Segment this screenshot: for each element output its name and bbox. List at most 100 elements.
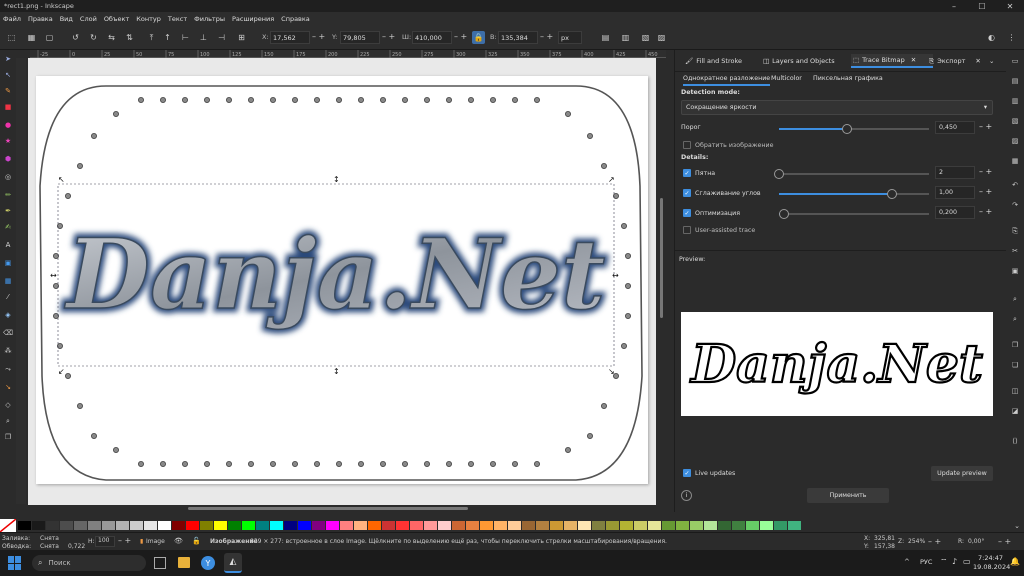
color-swatch[interactable] xyxy=(648,521,661,530)
subtab-single-scan[interactable]: Однократное разложение xyxy=(683,75,771,86)
text-tool-icon[interactable]: A xyxy=(3,240,13,250)
color-swatch[interactable] xyxy=(172,521,185,530)
notifications-icon[interactable]: 🔔 xyxy=(1010,557,1020,566)
vertical-scroll-thumb[interactable] xyxy=(660,198,663,318)
tab-trace-bitmap[interactable]: ⬚ Trace Bitmap ✕ xyxy=(851,54,933,68)
battery-icon[interactable]: ▭ xyxy=(963,557,971,566)
speckles-checkbox[interactable]: ✓ xyxy=(683,169,691,177)
color-swatch[interactable] xyxy=(536,521,549,530)
flip-horizontal-icon[interactable]: ⇆ xyxy=(106,32,117,43)
optimize-field[interactable]: 0,200 xyxy=(935,206,975,219)
spray-tool-icon[interactable]: ⁂ xyxy=(3,346,13,356)
color-swatch[interactable] xyxy=(312,521,325,530)
minimize-icon[interactable]: – xyxy=(940,0,968,12)
stroke-value[interactable]: Снята xyxy=(40,543,59,550)
color-swatch[interactable] xyxy=(326,521,339,530)
color-swatch[interactable] xyxy=(788,521,801,530)
calligraphy-tool-icon[interactable]: ✍ xyxy=(3,222,13,232)
rotate-cw-icon[interactable]: ↻ xyxy=(88,32,99,43)
duplicate-icon[interactable]: ❐ xyxy=(1010,340,1020,350)
color-swatch[interactable] xyxy=(452,521,465,530)
menu-help[interactable]: Справка xyxy=(281,15,310,23)
fill-value[interactable]: Снята xyxy=(40,535,59,542)
color-swatch[interactable] xyxy=(774,521,787,530)
tray-chevron-icon[interactable]: ^ xyxy=(904,558,910,566)
zoom-drawing-icon[interactable]: ⌕ xyxy=(1010,314,1020,324)
layer-name[interactable]: Image xyxy=(146,538,165,545)
rotation-stepper[interactable]: – + xyxy=(998,537,1011,546)
color-swatch[interactable] xyxy=(284,521,297,530)
opacity-stepper[interactable]: – + xyxy=(118,536,131,545)
inkscape-taskbar-icon[interactable]: ◭ xyxy=(224,553,242,573)
color-swatch[interactable] xyxy=(760,521,773,530)
zoom-stepper[interactable]: – + xyxy=(928,537,941,546)
y-stepper[interactable]: – + xyxy=(382,32,395,41)
menu-extensions[interactable]: Расширения xyxy=(232,15,274,23)
w-field[interactable]: 410,000 xyxy=(412,31,452,44)
color-swatch[interactable] xyxy=(340,521,353,530)
import-icon[interactable]: ▨ xyxy=(1010,136,1020,146)
smooth-corners-stepper[interactable]: – + xyxy=(979,187,992,196)
smooth-corners-slider[interactable] xyxy=(779,189,929,199)
color-swatch[interactable] xyxy=(564,521,577,530)
start-icon[interactable] xyxy=(8,556,22,570)
color-swatch[interactable] xyxy=(144,521,157,530)
file-explorer-icon[interactable] xyxy=(178,557,190,568)
color-swatch[interactable] xyxy=(480,521,493,530)
color-swatch[interactable] xyxy=(592,521,605,530)
color-swatch[interactable] xyxy=(242,521,255,530)
save-icon[interactable]: ▥ xyxy=(1010,96,1020,106)
cut-icon[interactable]: ✂ xyxy=(1010,246,1020,256)
deselect-icon[interactable]: ▢ xyxy=(44,32,55,43)
color-swatch[interactable] xyxy=(578,521,591,530)
maximize-icon[interactable]: ☐ xyxy=(968,0,996,12)
color-swatch[interactable] xyxy=(18,521,31,530)
rotate-ccw-icon[interactable]: ↺ xyxy=(70,32,81,43)
menu-text[interactable]: Текст xyxy=(168,15,187,23)
tabs-menu-icon[interactable]: ⌄ xyxy=(987,54,1001,68)
ungroup-icon[interactable]: ◪ xyxy=(1010,406,1020,416)
color-swatch[interactable] xyxy=(186,521,199,530)
dropper-tool-icon[interactable]: ⁄ xyxy=(3,292,13,302)
wifi-icon[interactable]: ⌔ xyxy=(940,557,948,567)
color-swatch[interactable] xyxy=(88,521,101,530)
pages-tool-icon[interactable]: ❐ xyxy=(3,432,13,442)
menu-object[interactable]: Объект xyxy=(104,15,129,23)
color-swatch[interactable] xyxy=(228,521,241,530)
color-swatch[interactable] xyxy=(718,521,731,530)
export-icon[interactable]: ▦ xyxy=(1010,156,1020,166)
color-swatch[interactable] xyxy=(704,521,717,530)
color-swatch[interactable] xyxy=(130,521,143,530)
subtab-multicolor[interactable]: Multicolor xyxy=(771,75,802,82)
speckles-field[interactable]: 2 xyxy=(935,166,975,179)
volume-icon[interactable]: ♪ xyxy=(952,557,957,566)
w-stepper[interactable]: – + xyxy=(454,32,467,41)
menu-filters[interactable]: Фильтры xyxy=(194,15,225,23)
raise-to-top-icon[interactable]: ⤒ xyxy=(146,32,157,43)
menu-file[interactable]: Файл xyxy=(3,15,21,23)
color-swatch[interactable] xyxy=(270,521,283,530)
input-language[interactable]: РУС xyxy=(920,558,932,566)
zoom-tool-icon[interactable]: ⌕ xyxy=(3,416,13,426)
x-field[interactable]: 17,562 xyxy=(270,31,310,44)
color-swatch[interactable] xyxy=(116,521,129,530)
rect-tool-icon[interactable]: ■ xyxy=(3,102,13,112)
color-swatch[interactable] xyxy=(32,521,45,530)
move-patterns-icon[interactable]: ▨ xyxy=(656,32,667,43)
menu-view[interactable]: Вид xyxy=(60,15,73,23)
h-stepper[interactable]: – + xyxy=(540,32,553,41)
color-swatch[interactable] xyxy=(158,521,171,530)
color-swatch[interactable] xyxy=(522,521,535,530)
color-swatch[interactable] xyxy=(508,521,521,530)
select-all-layers-icon[interactable]: ▦ xyxy=(26,32,37,43)
apply-button[interactable]: Применить xyxy=(807,488,889,503)
spiral-tool-icon[interactable]: ◎ xyxy=(3,172,13,182)
connector-tool-icon[interactable]: ⤳ xyxy=(3,364,13,374)
info-icon[interactable]: i xyxy=(681,490,692,501)
select-all-icon[interactable]: ⬚ xyxy=(6,32,17,43)
close-icon[interactable]: ✕ xyxy=(996,0,1024,12)
move-gradients-icon[interactable]: ▧ xyxy=(640,32,651,43)
speckles-stepper[interactable]: – + xyxy=(979,167,992,176)
opacity-field[interactable]: 100 xyxy=(95,536,115,547)
align-right-icon[interactable]: ⊣ xyxy=(216,32,227,43)
